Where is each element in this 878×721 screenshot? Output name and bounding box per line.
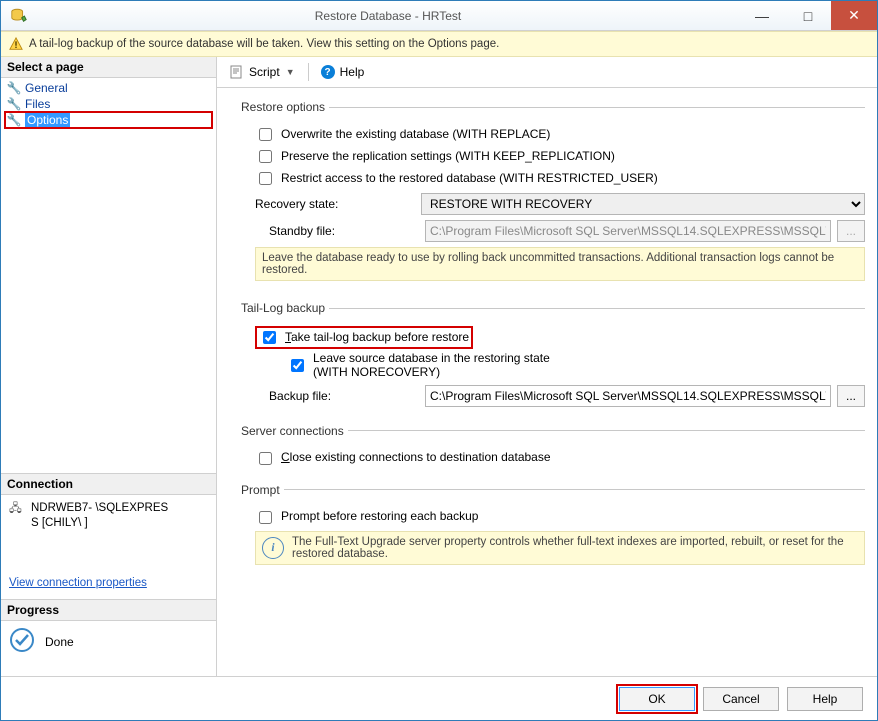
help-icon: ? xyxy=(321,65,335,79)
standby-file-row: Standby file: ... xyxy=(255,220,865,242)
backup-browse-button[interactable]: ... xyxy=(837,385,865,407)
help-footer-button[interactable]: Help xyxy=(787,687,863,711)
wrench-icon: 🔧 xyxy=(7,97,21,111)
prompt-before-row[interactable]: Prompt before restoring each backup xyxy=(255,508,865,527)
overwrite-checkbox-row[interactable]: Overwrite the existing database (WITH RE… xyxy=(255,125,865,144)
take-tail-log-checkbox[interactable] xyxy=(263,331,276,344)
toolbar: Script ▼ ? Help xyxy=(217,57,877,87)
server-connections-group: Server connections Close existing connec… xyxy=(241,424,865,471)
backup-file-row: Backup file: ... xyxy=(255,385,865,407)
recovery-state-select[interactable]: RESTORE WITH RECOVERY xyxy=(421,193,865,215)
close-button[interactable]: ✕ xyxy=(831,1,877,30)
prompt-legend: Prompt xyxy=(241,483,284,497)
sidebar: Select a page 🔧 General 🔧 Files 🔧 Option… xyxy=(1,57,217,676)
minimize-button[interactable]: — xyxy=(739,1,785,30)
server-icon: 🖧 xyxy=(9,501,25,531)
prompt-before-checkbox[interactable] xyxy=(259,511,272,524)
connection-header: Connection xyxy=(1,473,216,495)
page-options[interactable]: 🔧 Options xyxy=(5,112,212,128)
warning-icon xyxy=(9,37,23,51)
overwrite-checkbox[interactable] xyxy=(259,128,272,141)
page-files[interactable]: 🔧 Files xyxy=(5,96,212,112)
window-title: Restore Database - HRTest xyxy=(37,9,739,23)
select-page-header: Select a page xyxy=(1,57,216,78)
warning-text: A tail-log backup of the source database… xyxy=(29,38,499,50)
cancel-button[interactable]: Cancel xyxy=(703,687,779,711)
close-connections-row[interactable]: Close existing connections to destinatio… xyxy=(255,449,865,468)
prompt-group: Prompt Prompt before restoring each back… xyxy=(241,483,865,573)
page-general[interactable]: 🔧 General xyxy=(5,80,212,96)
connection-info: 🖧 NDRWEB7- \SQLEXPRES S [CHILY\ ] xyxy=(1,495,216,571)
titlebar: Restore Database - HRTest — □ ✕ xyxy=(1,1,877,31)
server-connections-legend: Server connections xyxy=(241,424,348,438)
recovery-info: Leave the database ready to use by rolli… xyxy=(255,247,865,281)
restore-options-group: Restore options Overwrite the existing d… xyxy=(241,100,865,289)
script-button[interactable]: Script ▼ xyxy=(225,63,301,81)
help-button[interactable]: ? Help xyxy=(316,63,369,81)
restrict-checkbox[interactable] xyxy=(259,172,272,185)
ok-button[interactable]: OK xyxy=(619,687,695,711)
wrench-icon: 🔧 xyxy=(7,113,21,127)
view-connection-link[interactable]: View connection properties xyxy=(9,577,147,589)
maximize-button[interactable]: □ xyxy=(785,1,831,30)
done-check-icon xyxy=(9,627,35,656)
chevron-down-icon[interactable]: ▼ xyxy=(284,67,297,77)
leave-restoring-row[interactable]: Leave source database in the restoring s… xyxy=(287,352,865,380)
footer: OK Cancel Help xyxy=(1,676,877,720)
restore-db-icon xyxy=(7,4,31,28)
take-tail-log-row[interactable]: Take tail-log backup before restore xyxy=(255,326,865,349)
leave-restoring-checkbox[interactable] xyxy=(291,359,304,372)
backup-file-input[interactable] xyxy=(425,385,831,407)
close-connections-checkbox[interactable] xyxy=(259,452,272,465)
restrict-checkbox-row[interactable]: Restrict access to the restored database… xyxy=(255,169,865,188)
standby-browse-button: ... xyxy=(837,220,865,242)
preserve-checkbox-row[interactable]: Preserve the replication settings (WITH … xyxy=(255,147,865,166)
info-icon: i xyxy=(262,537,284,559)
fulltext-info: i The Full-Text Upgrade server property … xyxy=(255,531,865,565)
tail-log-group: Tail-Log backup Take tail-log backup bef… xyxy=(241,301,865,412)
recovery-state-row: Recovery state: RESTORE WITH RECOVERY xyxy=(255,193,865,215)
tail-log-legend: Tail-Log backup xyxy=(241,301,329,315)
content-pane: Script ▼ ? Help Restore options Overwrit… xyxy=(217,57,877,676)
wrench-icon: 🔧 xyxy=(7,81,21,95)
warning-bar: A tail-log backup of the source database… xyxy=(1,31,877,57)
standby-file-input xyxy=(425,220,831,242)
preserve-checkbox[interactable] xyxy=(259,150,272,163)
restore-options-legend: Restore options xyxy=(241,100,329,114)
separator xyxy=(308,63,309,81)
progress-header: Progress xyxy=(1,599,216,621)
progress-status: Done xyxy=(1,621,216,676)
script-icon xyxy=(229,65,245,79)
